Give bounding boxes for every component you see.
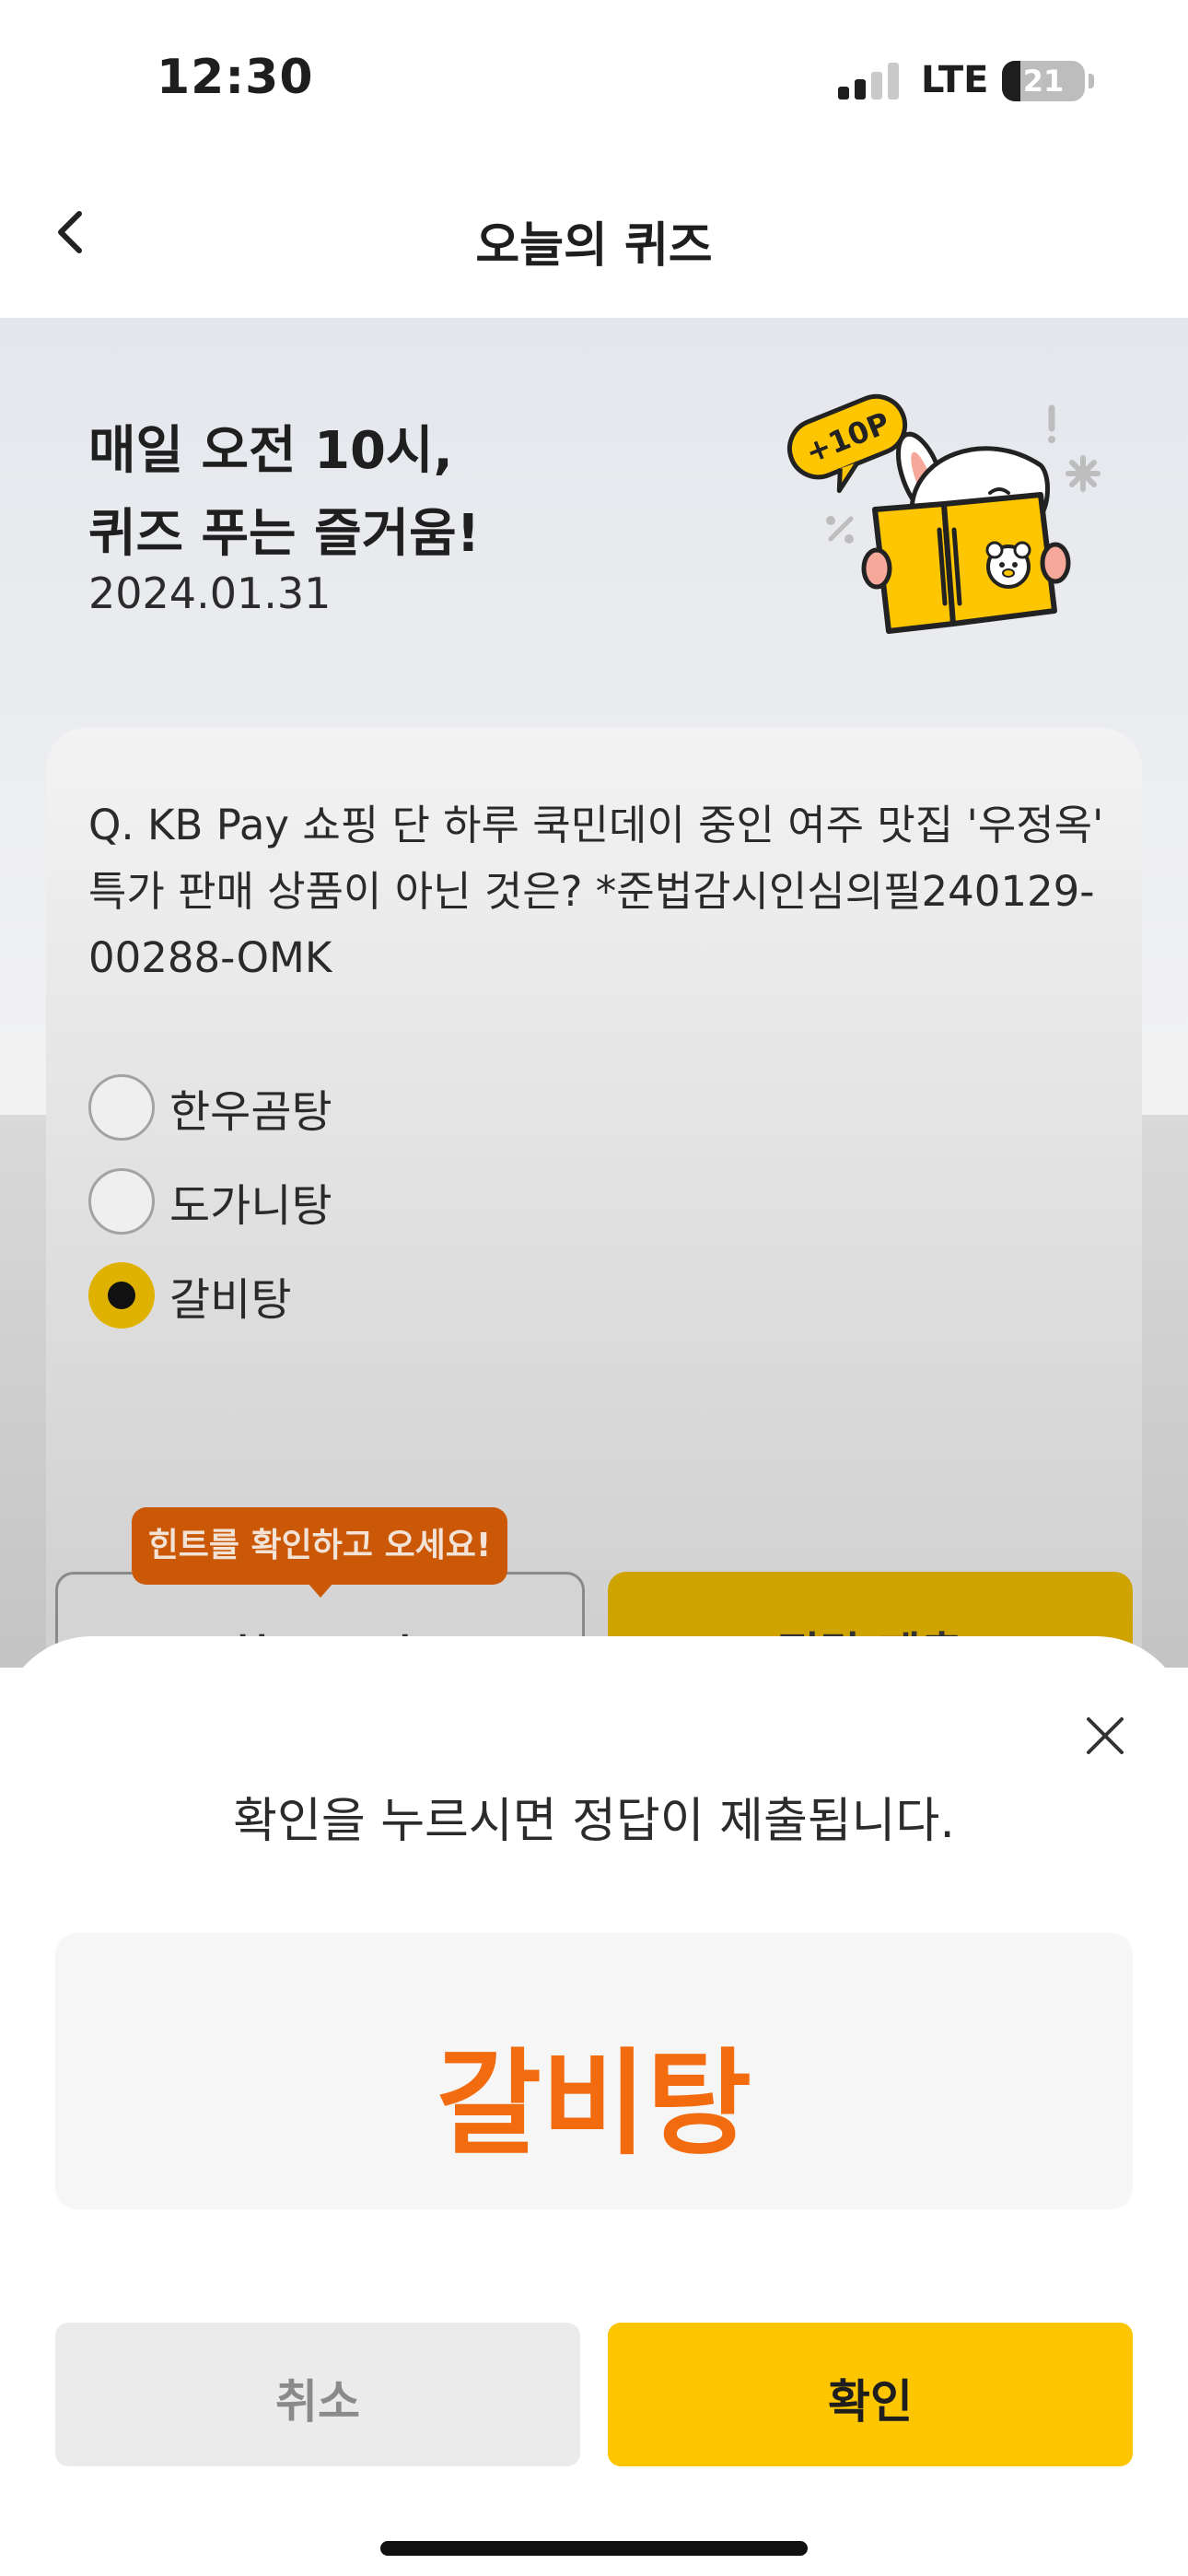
question-line-3: 00288-OMK	[88, 933, 332, 982]
quiz-option-3[interactable]: 갈비탕	[88, 1262, 291, 1329]
network-type: LTE	[921, 59, 989, 101]
quiz-option-2[interactable]: 도가니탕	[88, 1168, 332, 1235]
selected-answer-box: 갈비탕	[55, 1933, 1133, 2209]
signal-icon	[838, 61, 901, 100]
quiz-question: Q. KB Pay 쇼핑 단 하루 쿡민데이 중인 여주 맛집 '우정옥' 특가…	[88, 792, 1111, 991]
page-title: 오늘의 퀴즈	[475, 218, 713, 274]
rabbit-reading-book-illustration: +10P	[786, 393, 1101, 634]
selected-answer: 갈비탕	[436, 2038, 752, 2171]
battery-icon: 21	[1002, 61, 1085, 101]
radio-button[interactable]	[88, 1074, 155, 1141]
nav-bar: 오늘의 퀴즈	[0, 147, 1188, 318]
cancel-button[interactable]: 취소	[55, 2323, 580, 2466]
question-line-2: 특가 판매 상품이 아닌 것은? *준법감시인심의필240129-	[88, 867, 1095, 916]
close-icon	[1087, 1717, 1124, 1754]
hint-tooltip: 힌트를 확인하고 오세요!	[132, 1507, 507, 1585]
battery-cap	[1089, 74, 1094, 88]
quiz-date: 2024.01.31	[88, 568, 332, 618]
cancel-button-label: 취소	[275, 2375, 360, 2429]
option-label: 한우곰탕	[169, 1086, 332, 1138]
status-bar: 12:30 LTE 21	[0, 0, 1188, 147]
confirm-button-label: 확인	[828, 2375, 913, 2429]
hero-title: 매일 오전 10시, 퀴즈 푸는 즐거움!	[88, 410, 480, 576]
battery-level: 21	[1022, 64, 1065, 99]
confirm-button[interactable]: 확인	[608, 2323, 1133, 2466]
hero-title-line-1: 매일 오전 10시,	[88, 421, 453, 481]
option-label: 도가니탕	[169, 1180, 332, 1232]
status-time: 12:30	[157, 50, 314, 105]
close-button[interactable]	[1079, 1710, 1131, 1762]
radio-button-selected[interactable]	[88, 1262, 155, 1329]
quiz-option-1[interactable]: 한우곰탕	[88, 1074, 332, 1141]
radio-button[interactable]	[88, 1168, 155, 1235]
hint-tooltip-tail	[308, 1583, 333, 1598]
question-line-1: Q. KB Pay 쇼핑 단 하루 쿡민데이 중인 여주 맛집 '우정옥'	[88, 801, 1104, 849]
option-label: 갈비탕	[169, 1274, 292, 1326]
sheet-message: 확인을 누르시면 정답이 제출됩니다.	[233, 1794, 955, 1849]
hero-title-line-2: 퀴즈 푸는 즐거움!	[88, 504, 481, 564]
home-indicator	[380, 2541, 808, 2556]
